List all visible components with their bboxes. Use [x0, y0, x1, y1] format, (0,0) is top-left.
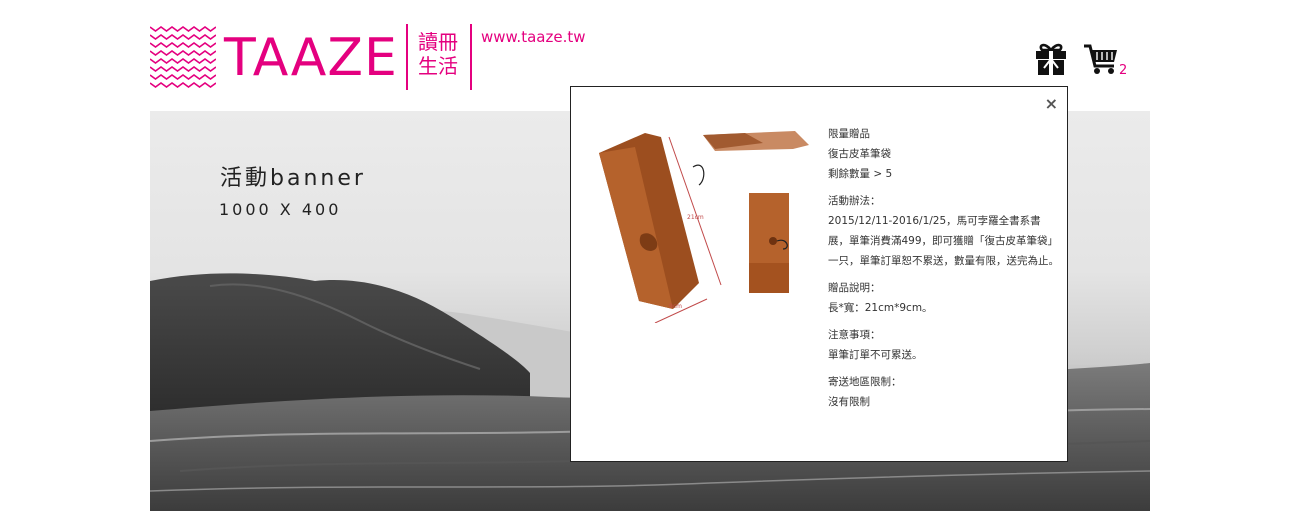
- gift-type: 限量贈品: [828, 128, 870, 140]
- gift-icon: [1036, 43, 1066, 75]
- cart-icon: [1084, 44, 1117, 74]
- gift-button[interactable]: [1035, 42, 1067, 76]
- gift-detail-modal: × 21cm 9cm 限量贈品 復古皮革筆袋 剩餘數量 > 5 活動辦法： 20…: [570, 86, 1068, 462]
- gift-product-image: 21cm 9cm: [599, 131, 809, 323]
- shipping-region-heading: 寄送地區限制：: [828, 376, 902, 388]
- logo-url: www.taaze.tw: [481, 28, 586, 46]
- logo-chinese-name: 讀冊生活: [418, 30, 458, 78]
- gift-description-heading: 贈品說明：: [828, 282, 881, 294]
- notice-text: 單筆訂單不可累送。: [828, 349, 923, 361]
- event-rules-text: 2015/12/11-2016/1/25，馬可孛羅全書系書展，單筆消費滿499，…: [828, 215, 1059, 267]
- close-icon[interactable]: ×: [1045, 94, 1058, 113]
- site-header: TAAZE 讀冊生活 www.taaze.tw 2: [0, 0, 1300, 100]
- banner-title: 活動banner: [220, 166, 366, 191]
- logo-divider: [406, 24, 408, 90]
- banner-size-label: 1000 X 400: [219, 200, 342, 219]
- gift-remaining-count: 剩餘數量 > 5: [828, 168, 893, 180]
- shipping-region-text: 沒有限制: [828, 396, 870, 408]
- logo-divider: [470, 24, 472, 90]
- event-rules-heading: 活動辦法：: [828, 195, 881, 207]
- logo-wordmark: TAAZE: [224, 28, 398, 88]
- logo-wave-mark: [150, 26, 216, 88]
- dimension-length-label: 21cm: [687, 214, 704, 221]
- cart-count-badge: 2: [1119, 63, 1128, 78]
- notice-heading: 注意事項：: [828, 329, 881, 341]
- cart-button[interactable]: [1083, 42, 1119, 76]
- gift-description-text: 長*寬：21cm*9cm。: [828, 302, 933, 314]
- gift-name: 復古皮革筆袋: [828, 148, 891, 160]
- gift-info-panel: 限量贈品 復古皮革筆袋 剩餘數量 > 5 活動辦法： 2015/12/11-20…: [828, 124, 1060, 412]
- dimension-width-label: 9cm: [669, 303, 682, 310]
